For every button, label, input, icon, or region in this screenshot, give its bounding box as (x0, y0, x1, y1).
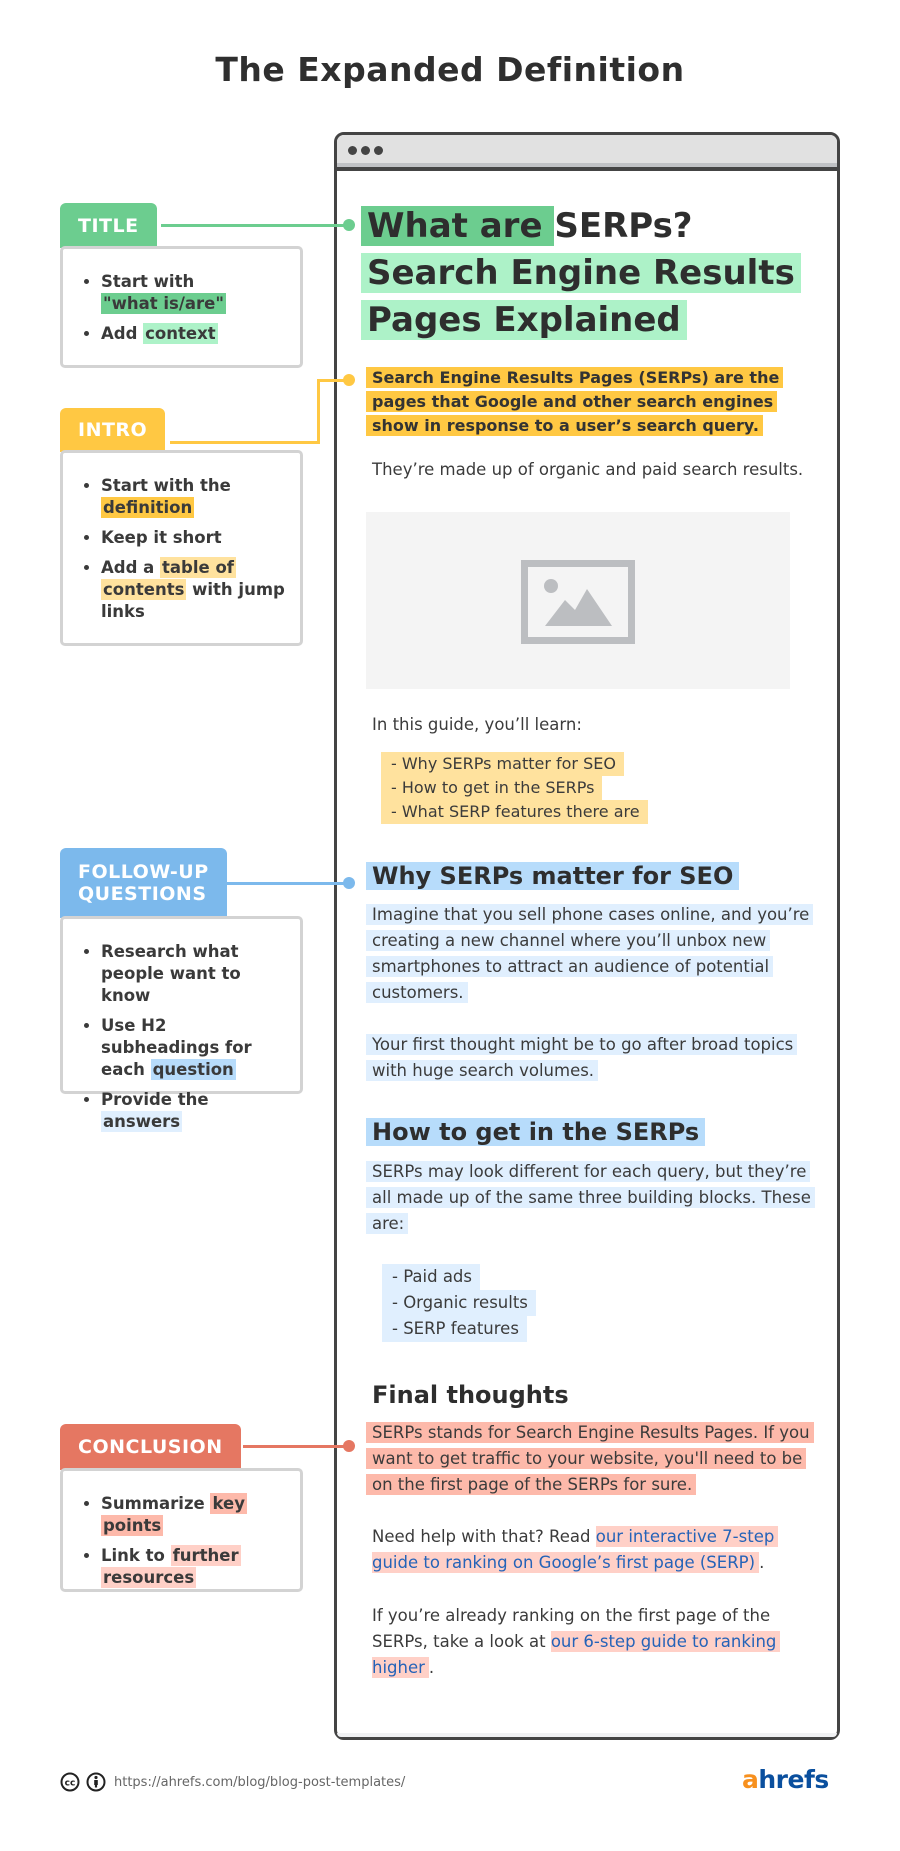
h1-line2: Search Engine Results (361, 253, 801, 293)
conclusion-card: Summarize key points Link to further res… (60, 1468, 303, 1592)
image-icon (521, 560, 635, 644)
follow-up-connector-dot (343, 877, 355, 889)
intro-secondary: They’re made up of organic and paid sear… (372, 460, 804, 479)
list-item: - Organic results (382, 1290, 536, 1316)
list-item: - Paid ads (382, 1264, 481, 1290)
source-url-link[interactable]: https://ahrefs.com/blog/blog-post-templa… (114, 1775, 405, 1790)
follow-up-tab-label: FOLLOW-UP (78, 861, 209, 883)
conclusion-tab-label: CONCLUSION (78, 1436, 223, 1458)
follow-up-tip: Use H2 subheadings for each question (101, 1015, 290, 1081)
toc-intro: In this guide, you’ll learn: (372, 715, 582, 734)
intro-connector (317, 379, 320, 444)
h1-what-are: What are (361, 206, 555, 246)
section1-heading: Why SERPs matter for SEO (366, 857, 740, 895)
h1-line3: Pages Explained (361, 300, 687, 340)
toc-item[interactable]: - Why SERPs matter for SEO (381, 752, 624, 776)
toc-item[interactable]: - How to get in the SERPs (381, 776, 603, 800)
list-item: - SERP features (382, 1316, 527, 1342)
follow-up-tab-label: QUESTIONS (78, 883, 207, 905)
h1-serps: SERPs? (554, 206, 693, 246)
follow-up-tip: Research what people want to know (101, 941, 290, 1007)
section2-heading: How to get in the SERPs (366, 1113, 706, 1151)
section2-list: - Paid ads - Organic results - SERP feat… (382, 1264, 536, 1342)
intro-tip: Add a table of contents with jump links (101, 557, 290, 623)
conclusion-connector-dot (343, 1440, 355, 1452)
follow-up-tip: Provide the answers (101, 1089, 290, 1133)
section2-para1: SERPs may look different for each query,… (366, 1159, 816, 1237)
conclusion-connector (243, 1445, 351, 1448)
window-dot-icon (361, 146, 370, 155)
intro-connector (170, 441, 320, 444)
window-dot-icon (374, 146, 383, 155)
intro-tip: Keep it short (101, 527, 290, 549)
conclusion-para2: Need help with that? Read our interactiv… (372, 1524, 816, 1576)
intro-connector-dot (343, 374, 355, 386)
conclusion-tip: Link to further resources (101, 1545, 290, 1589)
follow-up-tab: FOLLOW-UP QUESTIONS (60, 848, 227, 918)
conclusion-para3: If you’re already ranking on the first p… (372, 1603, 816, 1681)
creative-commons-icon: cc (60, 1772, 80, 1792)
title-connector (161, 224, 351, 227)
footer-license: cc https://ahrefs.com/blog/blog-post-tem… (60, 1772, 405, 1792)
title-tip: Add context (101, 323, 290, 345)
conclusion-para1: SERPs stands for Search Engine Results P… (366, 1420, 816, 1498)
section1-para2: Your first thought might be to go after … (366, 1032, 816, 1084)
final-thoughts-heading: Final thoughts (372, 1381, 569, 1409)
article-h1: What are SERPs? Search Engine Results Pa… (361, 203, 801, 344)
browser-titlebar (337, 135, 837, 171)
svg-text:cc: cc (65, 1779, 76, 1789)
intro-definition: Search Engine Results Pages (SERPs) are … (366, 366, 816, 438)
title-tip: Start with "what is/are" (101, 271, 290, 315)
ahrefs-logo[interactable]: ahrefs (742, 1765, 829, 1794)
window-dot-icon (348, 146, 357, 155)
title-card: Start with "what is/are" Add context (60, 246, 303, 368)
attribution-icon (86, 1772, 106, 1792)
intro-tip: Start with the definition (101, 475, 290, 519)
toc-item[interactable]: - What SERP features there are (381, 800, 648, 824)
title-tab-label: TITLE (78, 214, 139, 237)
conclusion-tab: CONCLUSION (60, 1424, 241, 1470)
image-placeholder (366, 512, 790, 689)
page-title: The Expanded Definition (215, 50, 685, 89)
intro-card: Start with the definition Keep it short … (60, 450, 303, 646)
conclusion-tip: Summarize key points (101, 1493, 290, 1537)
title-connector-dot (343, 219, 355, 231)
table-of-contents: - Why SERPs matter for SEO - How to get … (381, 752, 648, 824)
intro-tab-label: INTRO (78, 419, 148, 441)
section1-para1: Imagine that you sell phone cases online… (366, 902, 816, 1006)
title-tab: TITLE (60, 203, 157, 248)
intro-tab: INTRO (60, 408, 166, 452)
follow-up-card: Research what people want to know Use H2… (60, 916, 303, 1132)
follow-up-connector (227, 882, 351, 885)
